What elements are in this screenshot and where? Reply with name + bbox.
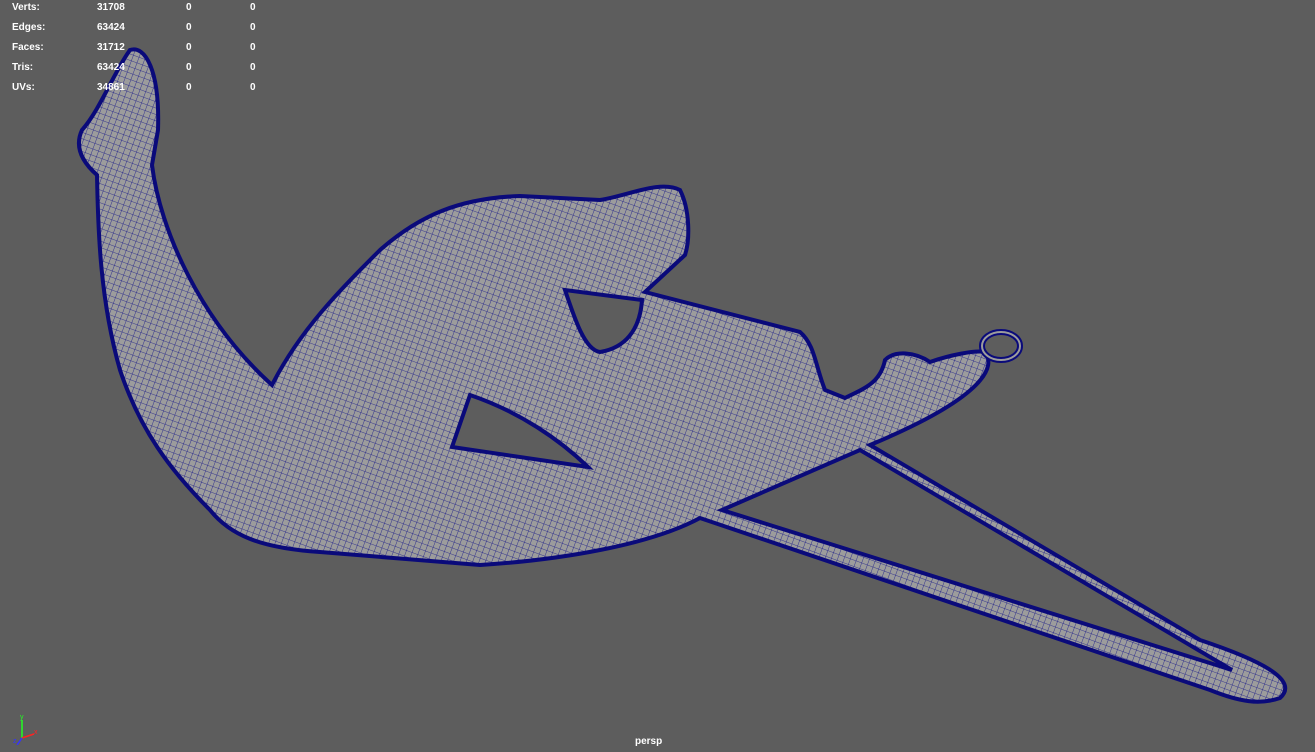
- hud-value: 0: [186, 42, 192, 53]
- hud-value: 0: [250, 2, 256, 13]
- hud-value: 63424: [97, 22, 125, 33]
- hud-row-uvs: UVs: 34861 0 0: [12, 82, 272, 102]
- hud-value: 0: [250, 42, 256, 53]
- camera-name-label: persp: [635, 736, 663, 747]
- hud-value: 34861: [97, 82, 125, 93]
- hud-value: 31712: [97, 42, 125, 53]
- axis-z-label: z: [13, 738, 17, 745]
- mesh-object[interactable]: [77, 47, 1288, 704]
- hud-label: Faces:: [12, 42, 44, 53]
- hud-value: 31708: [97, 2, 125, 13]
- hud-row-edges: Edges: 63424 0 0: [12, 22, 272, 42]
- hud-value: 0: [250, 82, 256, 93]
- hud-label: Edges:: [12, 22, 46, 33]
- hud-value: 0: [186, 2, 192, 13]
- axis-x-label: x: [34, 729, 38, 736]
- hud-label: Tris:: [12, 62, 34, 73]
- hud-value: 0: [186, 62, 192, 73]
- hud-value: 0: [186, 82, 192, 93]
- hud-row-faces: Faces: 31712 0 0: [12, 42, 272, 62]
- hud-value: 0: [250, 22, 256, 33]
- axis-y-label: y: [20, 714, 24, 721]
- hud-label: Verts:: [12, 2, 40, 13]
- hud-row-verts: Verts: 31708 0 0: [12, 2, 272, 22]
- hud-value: 63424: [97, 62, 125, 73]
- axis-gizmo-icon: y x z: [13, 714, 38, 745]
- hud-row-tris: Tris: 63424 0 0: [12, 62, 272, 82]
- hud-label: UVs:: [12, 82, 35, 93]
- hud-value: 0: [186, 22, 192, 33]
- 3d-viewport[interactable]: [0, 0, 1315, 752]
- hud-value: 0: [250, 62, 256, 73]
